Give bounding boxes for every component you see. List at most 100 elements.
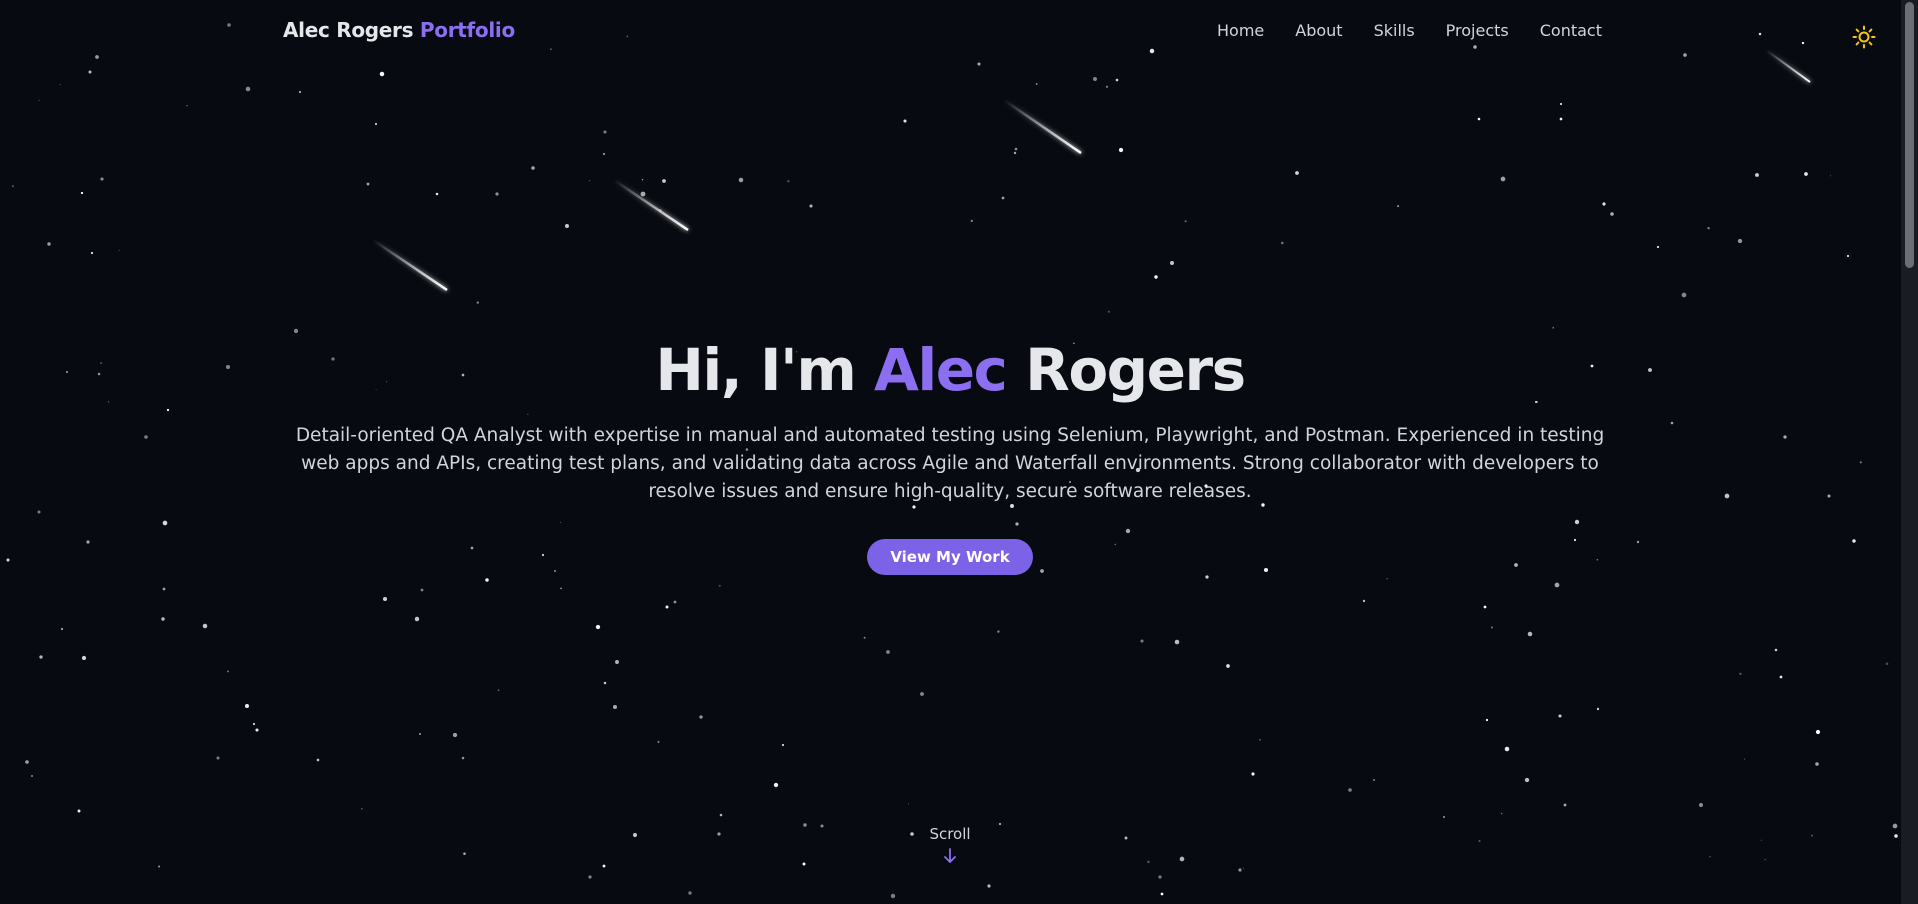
star (1596, 707, 1600, 711)
star (1524, 777, 1530, 783)
star (452, 732, 458, 738)
star (1251, 772, 1255, 776)
star (1243, 867, 1245, 869)
star (1559, 117, 1563, 121)
star (603, 681, 607, 685)
star (1140, 639, 1144, 643)
star (738, 177, 744, 183)
star (602, 152, 606, 156)
star (1372, 778, 1376, 782)
star (1707, 227, 1710, 230)
shooting-star (1003, 98, 1082, 155)
star (1477, 117, 1481, 121)
star (1362, 599, 1366, 603)
star (890, 893, 896, 899)
scroll-indicator[interactable]: Scroll (0, 825, 1900, 865)
star (158, 865, 161, 868)
star (1001, 196, 1005, 200)
theme-toggle-button[interactable] (1851, 24, 1877, 50)
star (1397, 205, 1400, 208)
star (1552, 327, 1554, 329)
nav-link-projects[interactable]: Projects (1446, 21, 1509, 40)
star (245, 86, 251, 92)
star (80, 191, 84, 195)
star (1554, 582, 1560, 588)
star (495, 192, 499, 196)
star (1500, 176, 1506, 182)
nav-link-contact[interactable]: Contact (1540, 21, 1602, 40)
star (970, 219, 973, 223)
page-scrollbar[interactable] (1901, 0, 1918, 904)
star (186, 105, 188, 107)
star (60, 627, 64, 631)
star (1226, 664, 1230, 668)
scrollbar-thumb[interactable] (1905, 2, 1914, 268)
star (497, 689, 500, 692)
star (595, 624, 601, 630)
brand-logo[interactable]: Alec Rogers Portfolio (283, 18, 515, 42)
star (252, 722, 256, 726)
star (560, 587, 562, 590)
star (374, 122, 378, 126)
star (420, 588, 424, 592)
star (88, 70, 92, 74)
star (641, 178, 644, 181)
star (298, 90, 302, 94)
star (30, 774, 34, 778)
star (1154, 275, 1158, 279)
star (476, 301, 479, 304)
star (1602, 202, 1606, 206)
star (1442, 815, 1446, 819)
star (1014, 147, 1018, 151)
star (920, 692, 924, 696)
star (316, 758, 320, 762)
star (245, 704, 249, 708)
star (781, 743, 785, 747)
star (435, 192, 439, 196)
nav-link-home[interactable]: Home (1217, 21, 1264, 40)
star (162, 587, 166, 591)
star (1755, 173, 1759, 177)
star (1804, 172, 1808, 176)
nav-link-about[interactable]: About (1295, 21, 1342, 40)
star (565, 224, 569, 228)
star (612, 704, 618, 710)
star (1500, 812, 1503, 815)
star (1485, 718, 1489, 722)
star (379, 71, 385, 77)
star (615, 660, 619, 664)
view-my-work-button[interactable]: View My Work (867, 539, 1033, 575)
star (1527, 631, 1533, 637)
star (1281, 241, 1284, 245)
star (81, 655, 87, 661)
star (1118, 147, 1124, 153)
star (719, 813, 723, 817)
star (1815, 762, 1819, 766)
star (227, 670, 230, 673)
star (665, 605, 669, 609)
star (863, 636, 866, 639)
star (1698, 802, 1704, 808)
star (1158, 875, 1162, 879)
nav-link-skills[interactable]: Skills (1374, 21, 1415, 40)
star (1093, 77, 1097, 81)
star (1238, 868, 1242, 872)
star (1846, 254, 1850, 258)
star (202, 623, 208, 629)
star (1815, 729, 1821, 735)
star (1386, 578, 1388, 580)
star (688, 891, 692, 895)
star (414, 616, 420, 622)
star (12, 185, 14, 187)
star (485, 578, 489, 582)
star (1115, 78, 1119, 82)
star (1107, 310, 1111, 313)
star (1483, 605, 1487, 609)
star (1170, 261, 1174, 265)
star (1205, 575, 1209, 579)
sun-icon (1852, 25, 1876, 49)
star (718, 584, 721, 587)
star (673, 600, 677, 604)
star (531, 166, 535, 170)
navbar: Alec Rogers Portfolio Home About Skills … (0, 0, 1900, 64)
